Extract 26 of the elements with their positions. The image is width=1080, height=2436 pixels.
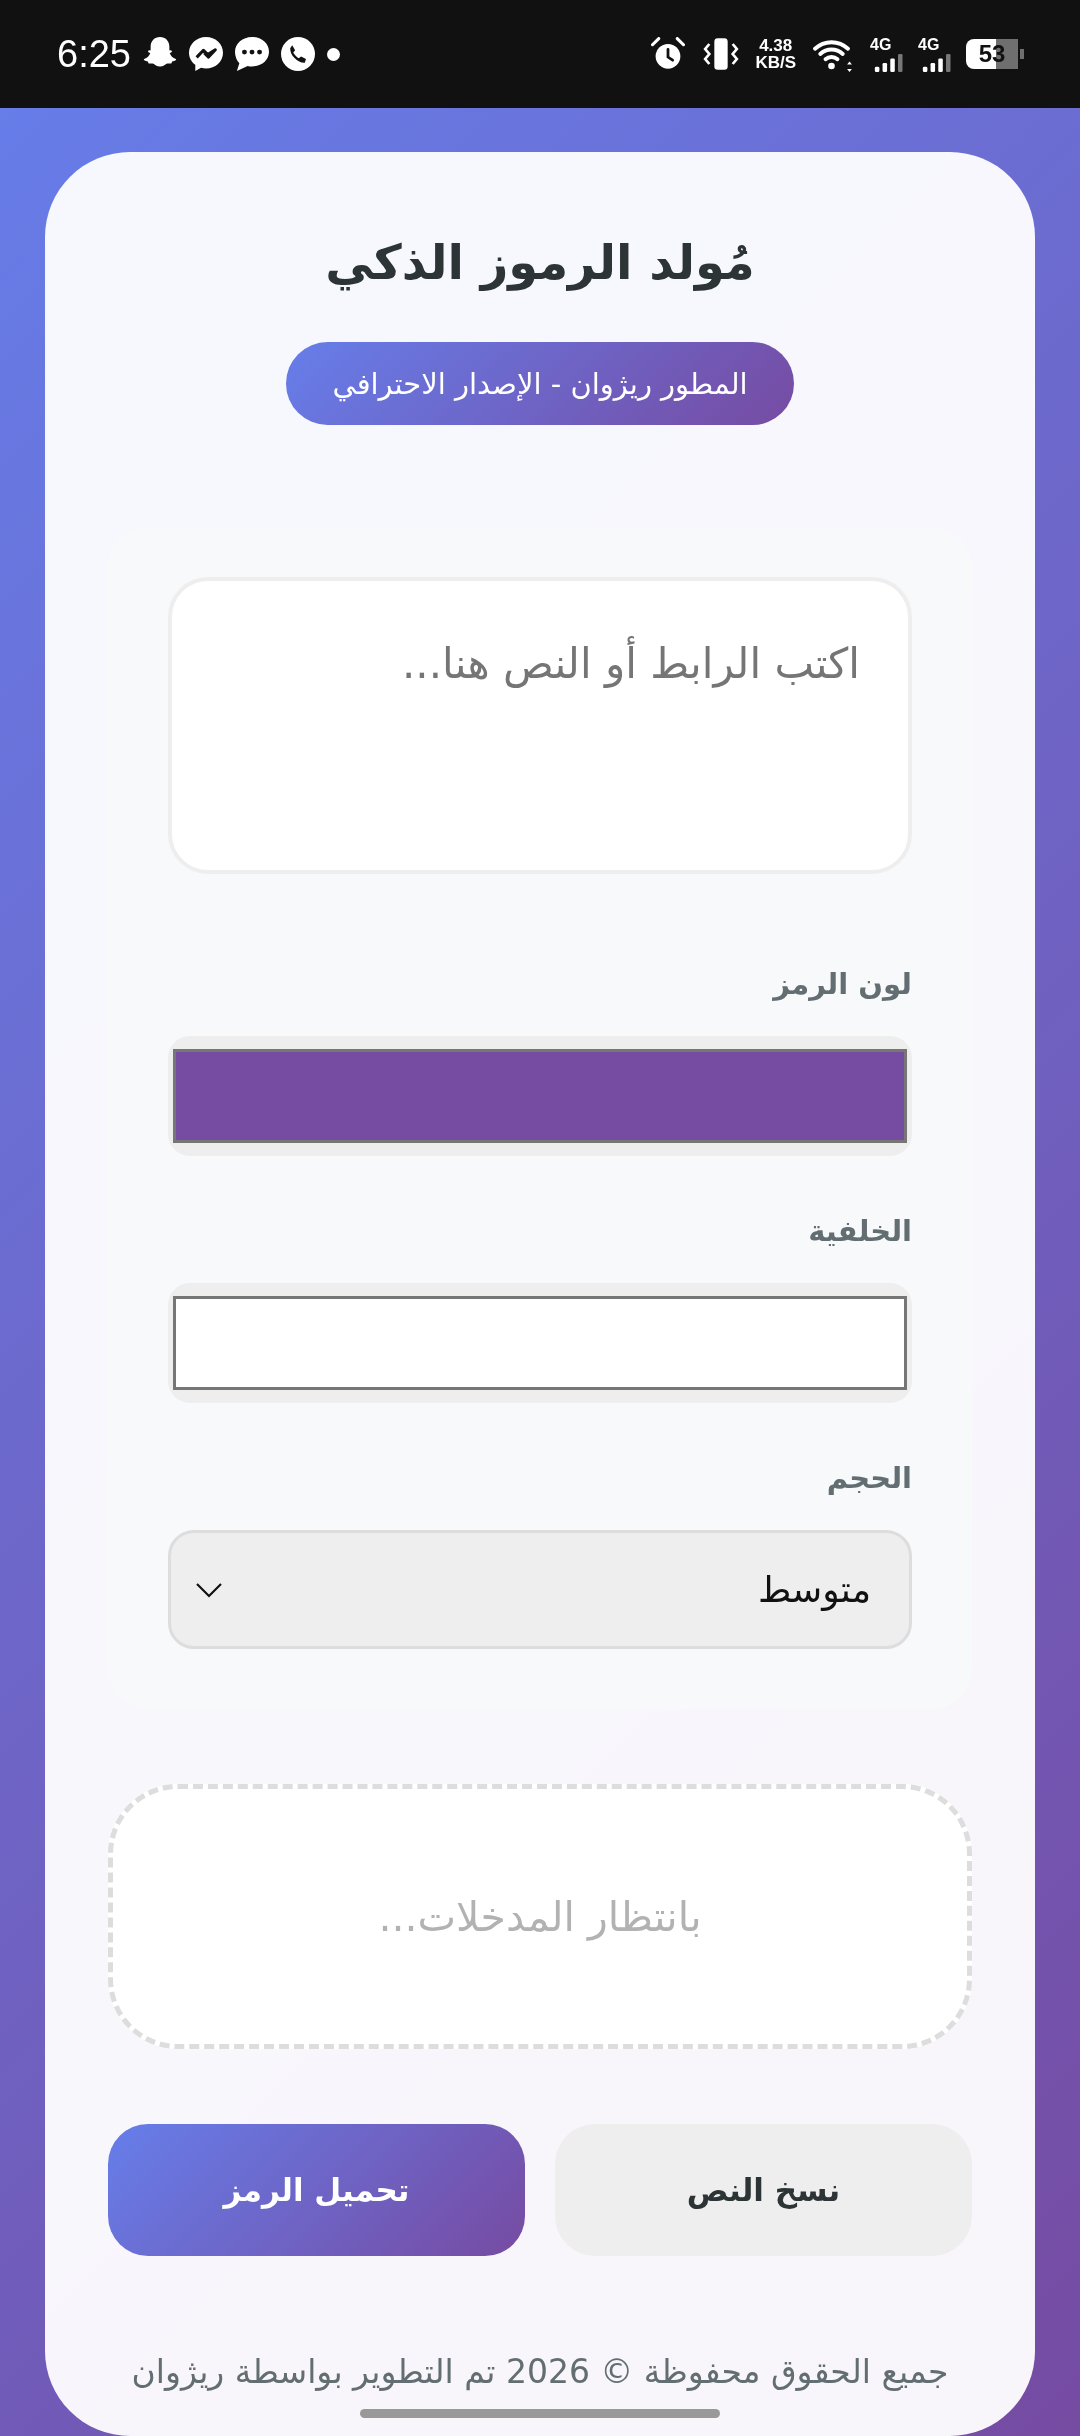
text-input-field[interactable]: اكتب الرابط أو النص هنا...: [168, 577, 912, 874]
color-input-field[interactable]: [168, 1036, 912, 1156]
field-label: لون الرمز: [773, 966, 912, 1003]
zigzag-bubble-icon: [188, 37, 223, 71]
clock-time: 6:25: [57, 35, 131, 73]
field-label: الحجم: [826, 1460, 912, 1497]
field-label: الخلفية: [808, 1213, 912, 1250]
app-title: مُولد الرموز الذكي: [325, 233, 755, 293]
signal-icon: [922, 53, 952, 72]
network-speed-text: 4.38: [759, 37, 793, 54]
version-badge: المطور ريژوان - الإصدار الاحترافي: [286, 342, 794, 425]
chevron-down-icon: [195, 1581, 223, 1598]
size-select[interactable]: متوسط: [168, 1530, 912, 1649]
chat-bubble-icon: [234, 37, 269, 71]
color-input-field[interactable]: [168, 1283, 912, 1403]
network-speed-unit: KB/S: [755, 54, 796, 71]
signal-icon: [874, 53, 904, 72]
network-type-text: 4G: [870, 36, 893, 53]
download-button[interactable]: تحميل الرمز: [108, 2124, 525, 2256]
alarm-clock-icon: [651, 37, 686, 71]
result-placeholder-text: بانتظار المدخلات...: [378, 1892, 702, 1941]
network-type-text: 4G: [918, 36, 941, 53]
notification-dot-icon: [326, 47, 340, 61]
copy-text-button[interactable]: نسخ النص: [555, 2124, 972, 2256]
phone-circle-icon: [280, 37, 315, 71]
footer-text: جميع الحقوق محفوظة © 2026 تم التطوير بواسطة ريژوان: [131, 2351, 949, 2393]
